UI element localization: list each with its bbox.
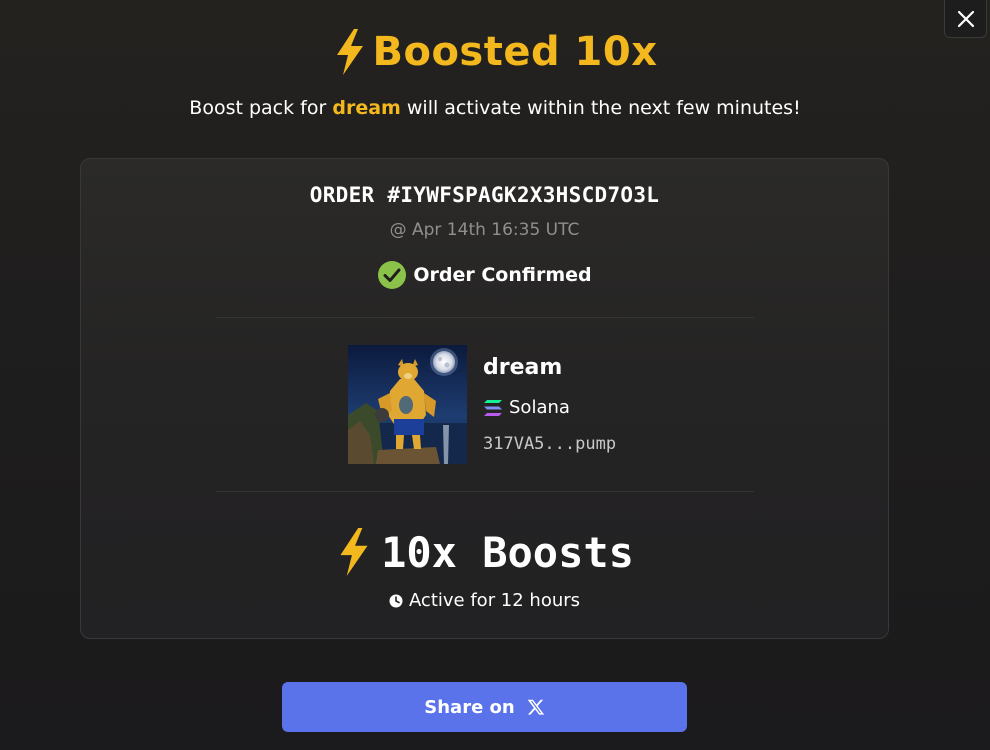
lightning-icon xyxy=(337,29,364,75)
clock-icon xyxy=(389,594,403,607)
token-address[interactable]: 317VA5...pump xyxy=(483,434,616,454)
boost-summary: 10x Boosts xyxy=(81,527,888,577)
token-name: dream xyxy=(483,355,563,380)
boost-label: 10x Boosts xyxy=(381,527,634,577)
order-status-text: Order Confirmed xyxy=(413,264,592,286)
divider xyxy=(216,491,754,492)
subtitle-prefix: Boost pack for xyxy=(189,97,327,119)
divider xyxy=(216,317,754,318)
lightning-icon xyxy=(340,528,368,576)
order-id: ORDER #IYWFSPAGK2X3HSCD7O3L xyxy=(309,183,660,207)
dialog-title: Boosted 10x xyxy=(0,24,990,80)
x-logo-icon xyxy=(527,699,544,715)
subtitle: Boost pack for dream will activate withi… xyxy=(0,97,990,119)
subtitle-token: dream xyxy=(332,97,401,119)
title-text: Boosted 10x xyxy=(372,29,658,75)
order-card: ORDER #IYWFSPAGK2X3HSCD7O3L @ Apr 14th 1… xyxy=(80,158,889,639)
boost-confirmation-dialog: Boosted 10x Boost pack for dream will ac… xyxy=(0,0,990,750)
order-timestamp: @ Apr 14th 16:35 UTC xyxy=(389,220,580,240)
solana-icon xyxy=(484,399,502,416)
share-on-x-button[interactable]: Share on xyxy=(282,682,687,732)
token-avatar xyxy=(348,345,467,464)
chain-name: Solana xyxy=(509,397,570,418)
check-circle-icon xyxy=(378,261,407,289)
share-label: Share on xyxy=(424,696,515,718)
token-chain: Solana xyxy=(483,397,570,418)
order-status: Order Confirmed xyxy=(81,260,888,290)
boost-duration-text: Active for 12 hours xyxy=(408,590,581,611)
subtitle-suffix: will activate within the next few minute… xyxy=(406,97,801,119)
boost-duration: Active for 12 hours xyxy=(81,590,888,611)
